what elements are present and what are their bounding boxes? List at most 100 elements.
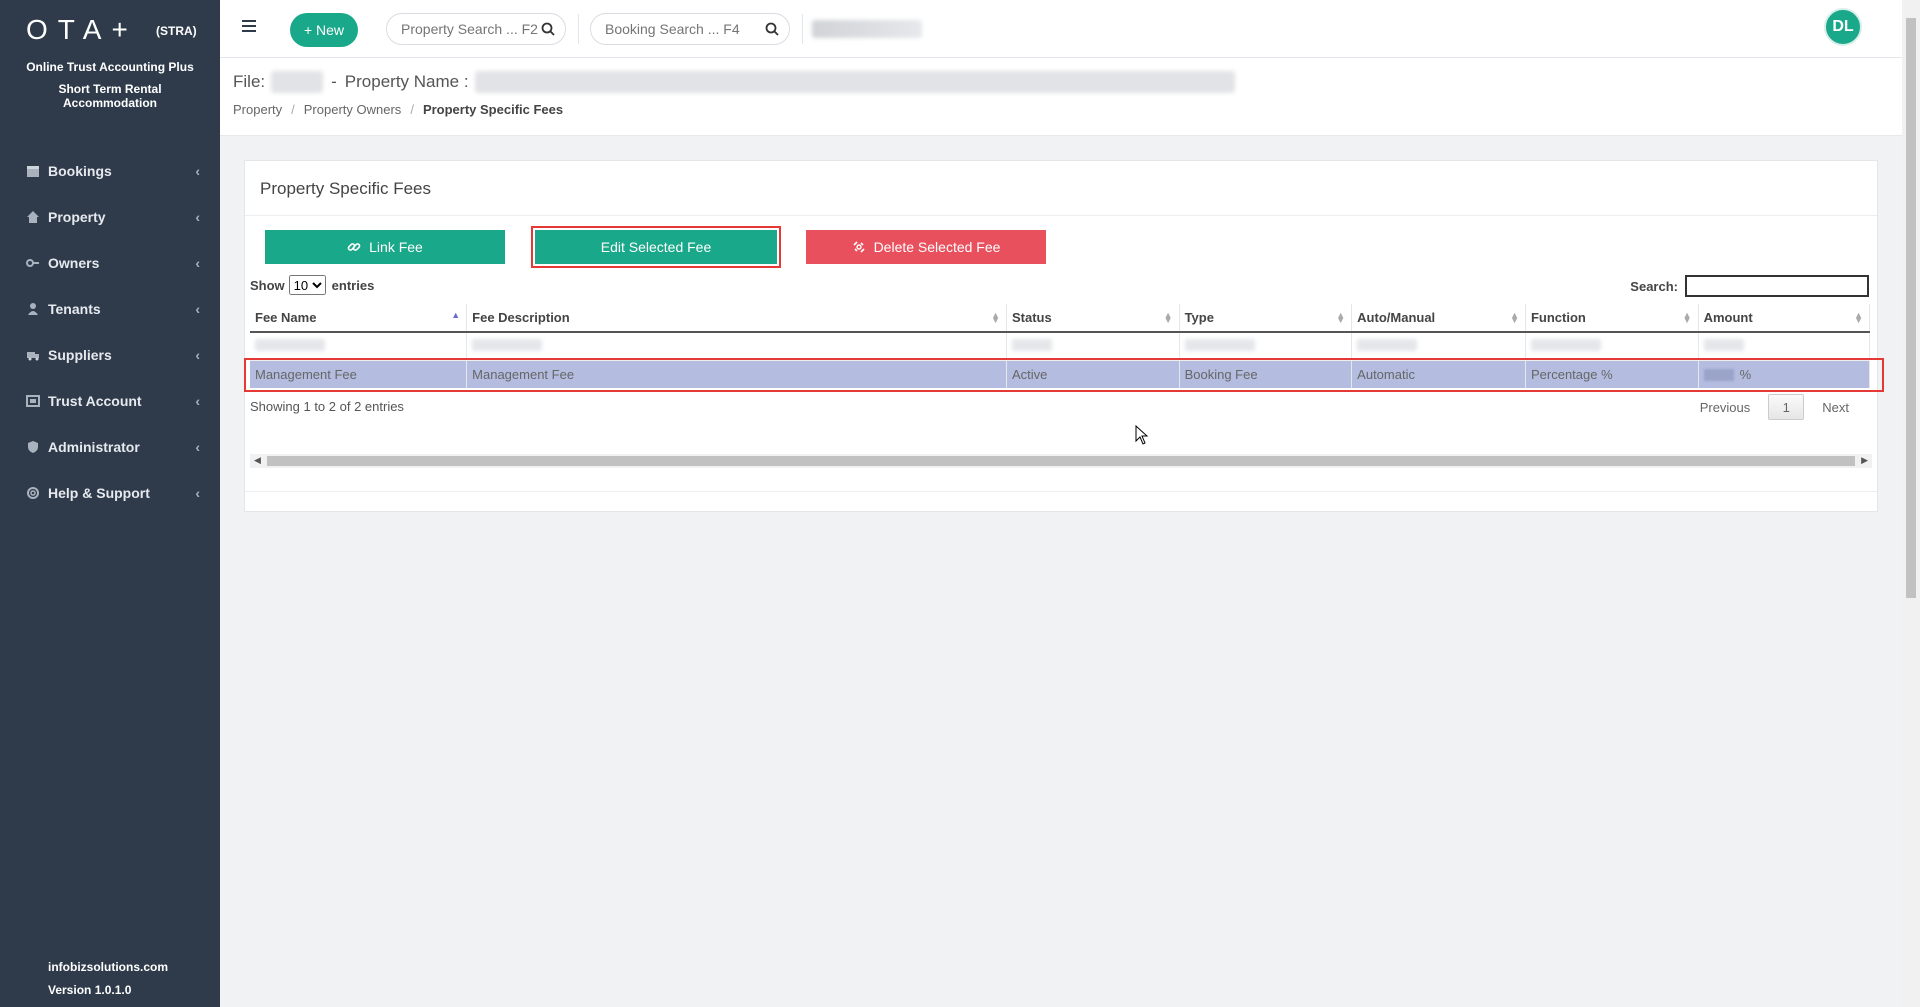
redacted-cell	[1006, 332, 1180, 361]
cell-type: Booking Fee	[1179, 360, 1353, 388]
brand-subtitle-2: Accommodation	[62, 96, 157, 110]
chevron-left-icon: ‹	[195, 209, 200, 225]
app-logo[interactable]: OTA+	[26, 14, 138, 46]
brand-name: Online Trust Accounting Plus	[26, 60, 194, 74]
sidebar-item-label: Administrator	[48, 439, 140, 455]
show-label: Show	[250, 277, 285, 293]
calendar-icon	[27, 166, 39, 177]
scrollbar-thumb[interactable]	[1906, 18, 1916, 598]
cell-fee-description: Management Fee	[466, 360, 1007, 388]
shield-icon	[28, 441, 38, 453]
delete-selected-fee-label: Delete Selected Fee	[873, 239, 1001, 255]
sort-icon: ▲ ▼	[1854, 310, 1863, 325]
file-label: File:	[233, 72, 266, 91]
column-header-status[interactable]: Status ▲ ▼	[1006, 304, 1180, 333]
sidebar-item-bookings[interactable]: Bookings ‹	[0, 148, 220, 194]
pagination-previous[interactable]: Previous	[1682, 400, 1769, 415]
chevron-left-icon: ‹	[195, 301, 200, 317]
card-footer-divider	[245, 491, 1877, 492]
column-header-fee-name[interactable]: Fee Name ▲	[250, 304, 468, 333]
top-bar: + New DL	[220, 0, 1902, 58]
sidebar-item-administrator[interactable]: Administrator ‹	[0, 424, 220, 470]
new-button[interactable]: + New	[290, 13, 358, 47]
pagination: Previous 1 Next	[1682, 394, 1867, 420]
sidebar-item-label: Help & Support	[48, 485, 150, 501]
sidebar-nav: Bookings ‹ Property ‹ Owners ‹ Tenants ‹…	[0, 148, 220, 516]
sidebar-item-trust-account[interactable]: Trust Account ‹	[0, 378, 220, 424]
redacted-cell	[1525, 332, 1699, 361]
column-header-fee-description[interactable]: Fee Description ▲ ▼	[466, 304, 1007, 333]
property-name-label: Property Name :	[344, 72, 469, 91]
entries-select[interactable]: 10	[288, 275, 326, 295]
cell-auto-manual: Automatic	[1351, 360, 1526, 388]
redacted-cell	[1179, 332, 1353, 361]
fees-table: Fee Name ▲ Fee Description ▲ ▼ Status ▲ ▼ Typ…	[250, 304, 1871, 388]
delete-selected-fee-button[interactable]: Delete Selected Fee	[806, 230, 1046, 264]
chevron-left-icon: ‹	[195, 255, 200, 271]
cell-amount: %	[1698, 360, 1871, 388]
property-search	[386, 13, 566, 45]
column-header-amount[interactable]: Amount ▲ ▼	[1698, 304, 1871, 333]
table-horizontal-scrollbar[interactable]: ◀ ▶	[250, 454, 1872, 468]
table-row[interactable]	[250, 332, 1871, 361]
column-header-type[interactable]: Type ▲ ▼	[1179, 304, 1353, 333]
sidebar-item-label: Suppliers	[48, 347, 112, 363]
entries-label: entries	[331, 277, 375, 293]
sidebar-item-label: Property	[48, 209, 106, 225]
table-search-input[interactable]	[1685, 275, 1869, 297]
search-icon[interactable]	[765, 22, 779, 36]
scroll-left-icon[interactable]: ◀	[254, 455, 261, 466]
sort-icon: ▲ ▼	[1163, 310, 1173, 325]
lifebuoy-icon	[27, 487, 39, 499]
sidebar-item-help-support[interactable]: Help & Support ‹	[0, 470, 220, 516]
chevron-left-icon: ‹	[195, 439, 200, 455]
chevron-left-icon: ‹	[195, 163, 200, 179]
page-title: File: - Property Name :	[233, 71, 1235, 93]
page-header: File: - Property Name : Property / Prope…	[220, 58, 1902, 136]
breadcrumb-separator: /	[291, 102, 295, 117]
table-search: Search:	[1630, 275, 1869, 297]
link-icon	[347, 243, 361, 251]
column-header-auto-manual[interactable]: Auto/Manual ▲ ▼	[1351, 304, 1526, 333]
sidebar-item-tenants[interactable]: Tenants ‹	[0, 286, 220, 332]
table-row-selected[interactable]: Management Fee Management Fee Active Boo…	[250, 360, 1871, 388]
app-logo-tag: (STRA)	[156, 24, 197, 38]
footer-site-link[interactable]: infobizsolutions.com	[48, 960, 168, 974]
breadcrumb-property-owners[interactable]: Property Owners	[304, 102, 402, 117]
key-icon	[26, 259, 39, 267]
amount-suffix: %	[1739, 366, 1752, 382]
chevron-left-icon: ‹	[195, 485, 200, 501]
pagination-page-current[interactable]: 1	[1768, 394, 1805, 420]
fees-card: Property Specific Fees Link Fee Edit Sel…	[244, 160, 1884, 512]
redacted-cell	[1698, 332, 1871, 361]
link-fee-button[interactable]: Link Fee	[265, 230, 505, 264]
booking-search-input[interactable]	[605, 21, 755, 37]
truck-icon	[27, 352, 39, 361]
sidebar-item-property[interactable]: Property ‹	[0, 194, 220, 240]
breadcrumb-separator: /	[410, 102, 414, 117]
scrollbar-thumb[interactable]	[267, 456, 1855, 466]
pagination-next[interactable]: Next	[1804, 400, 1867, 415]
redacted-user-name	[812, 20, 922, 38]
menu-toggle-icon[interactable]	[242, 20, 256, 32]
brand-subtitle-1: Short Term Rental	[58, 82, 162, 96]
redacted-property-name	[474, 71, 1235, 93]
sort-icon: ▲ ▼	[991, 310, 1000, 325]
redacted-file-number	[271, 71, 324, 93]
page-vertical-scrollbar[interactable]	[1902, 0, 1920, 1007]
breadcrumb-property[interactable]: Property	[233, 102, 282, 117]
footer-version: Version 1.0.1.0	[48, 983, 132, 997]
scroll-right-icon[interactable]: ▶	[1861, 455, 1868, 466]
redacted-amount	[1703, 369, 1734, 382]
property-search-input[interactable]	[401, 21, 541, 37]
avatar[interactable]: DL	[1824, 8, 1862, 46]
user-icon	[28, 303, 38, 315]
sidebar-item-owners[interactable]: Owners ‹	[0, 240, 220, 286]
column-header-function[interactable]: Function ▲ ▼	[1525, 304, 1699, 333]
sidebar-item-label: Trust Account	[48, 393, 142, 409]
cell-fee-name: Management Fee	[250, 360, 468, 388]
sidebar-item-suppliers[interactable]: Suppliers ‹	[0, 332, 220, 378]
table-info: Showing 1 to 2 of 2 entries	[250, 399, 404, 414]
search-icon[interactable]	[541, 22, 555, 36]
bank-icon	[26, 395, 40, 407]
